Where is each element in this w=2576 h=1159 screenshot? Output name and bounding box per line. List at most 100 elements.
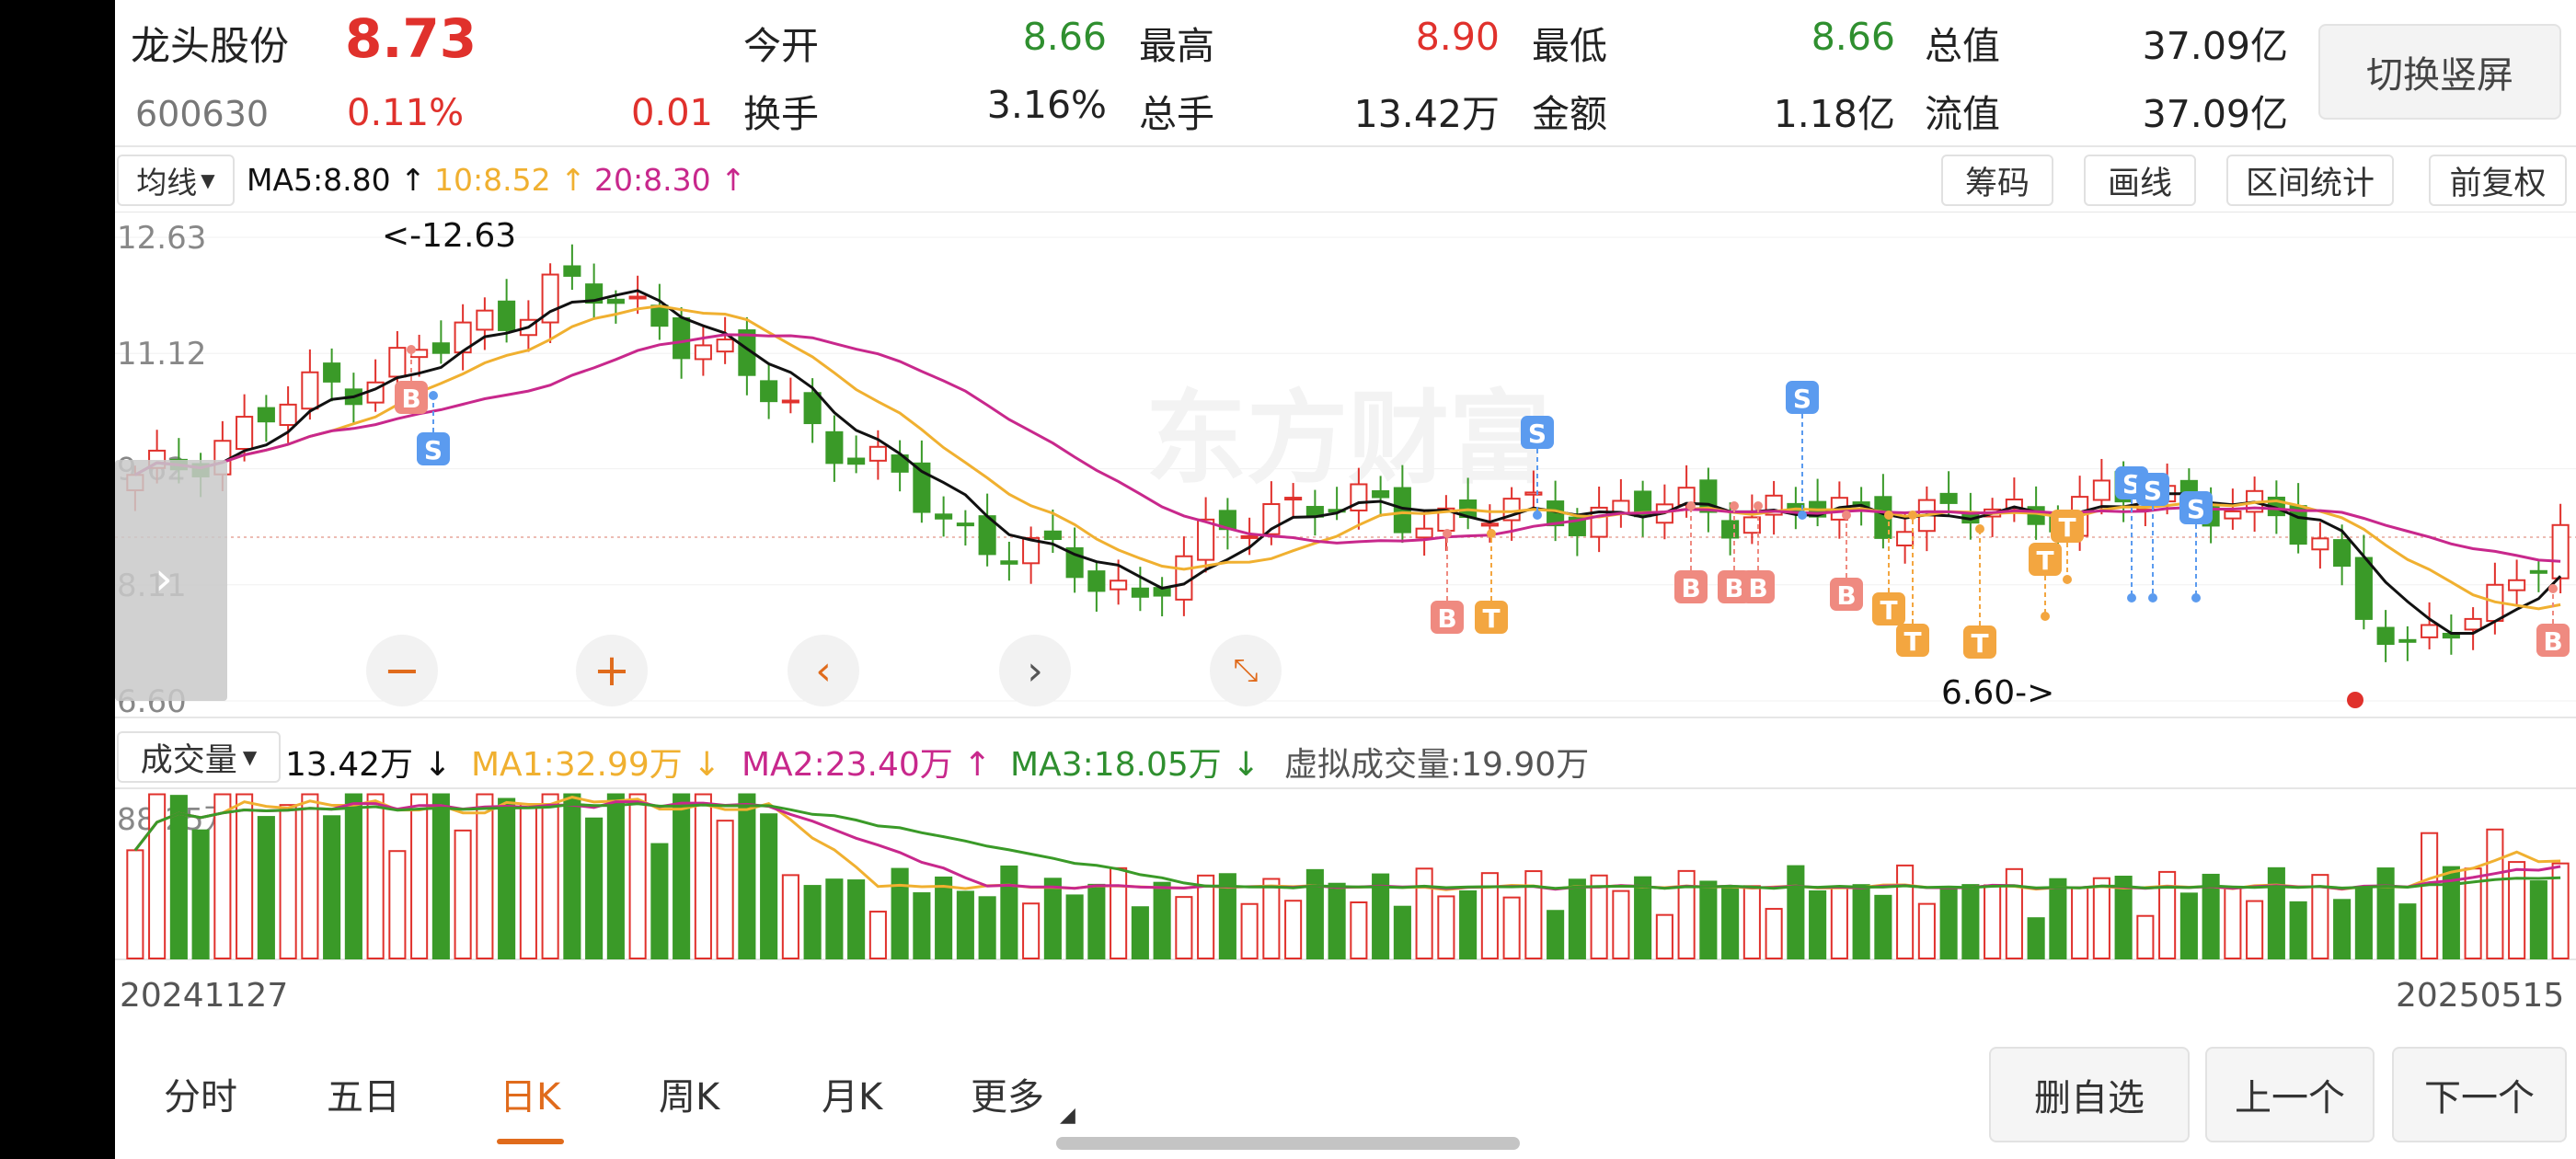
signal-dot [2191,593,2201,602]
interval-stats-button[interactable]: 区间统计 [2226,155,2394,206]
volume-bar [169,795,188,959]
volume-bar [2071,887,2089,959]
candle-body [1415,527,1433,539]
quote-label: 换手 [743,92,819,136]
candle-body [1480,522,1499,527]
signal-label-sell: S [1793,384,1811,414]
volume-bar [694,793,712,959]
forward-adjust-button[interactable]: 前复权 [2429,155,2567,206]
change-amount: 0.01 [630,92,713,134]
kline-chart[interactable]: 东方财富12.6311.129.628.116.60<-12.636.60->B… [115,212,2576,1131]
volume-bar [519,803,537,960]
tab-monthly-k[interactable]: 月K [822,1067,882,1120]
volume-ma1: MA1:32.99万 ↓ [471,746,721,784]
candle-body [1284,497,1303,501]
signal-label-t: T [1880,595,1897,625]
volume-bar [1065,894,1084,960]
candle-body [563,265,581,277]
remove-watchlist-button[interactable]: 删自选 [1989,1047,2190,1142]
minus-icon: − [383,645,421,696]
volume-bar [2049,878,2067,959]
candle-body [388,347,407,378]
horizontal-scrollbar[interactable] [1056,1137,1520,1150]
volume-selector[interactable]: 成交量 ▼ [117,731,281,783]
quote-value: 37.09亿 [2142,24,2288,68]
signal-label-buy: B [1681,573,1700,603]
quote-label: 今开 [743,24,819,68]
volume-bar [2027,917,2045,960]
tab-more[interactable]: 更多 [971,1067,1044,1120]
corner-triangle-icon: ◢ [1060,1104,1075,1127]
draw-line-button[interactable]: 画线 [2084,155,2196,206]
volume-bar [847,879,866,960]
signal-dot [407,345,416,354]
candle-body [2551,523,2570,580]
volume-bar [1787,865,1805,960]
signal-label-t: T [2036,545,2053,576]
candle-body [323,362,341,383]
volume-bar [2508,861,2526,959]
candle-body [650,304,669,327]
candle-body [1087,570,1106,592]
candle-body [2464,617,2482,631]
candle-body [673,316,691,360]
quote-value: 8.66 [1022,15,1107,59]
scroll-right-button[interactable]: › [999,635,1071,706]
quote-value: 8.66 [1811,15,1895,59]
signal-label-buy: B [1836,580,1856,611]
stock-code: 600630 [135,94,270,134]
volume-bar [1022,902,1041,959]
candle-body [257,407,275,423]
candle-body [935,513,953,520]
volume-bar [1415,867,1433,960]
volume-bar [1809,889,1827,959]
candle-body [476,309,494,331]
candle-body [694,344,712,361]
tab-intraday[interactable]: 分时 [164,1067,237,1120]
signal-dot [1798,511,1807,520]
price-axis-label: 12.63 [117,220,206,257]
ma5-value: MA5:8.80 ↑ [247,162,426,198]
scroll-left-button[interactable]: ‹ [788,635,859,706]
tab-weekly-k[interactable]: 周K [659,1067,719,1120]
volume-bar [388,850,407,959]
start-date: 20241127 [120,977,289,1015]
signal-dot [1908,511,1917,520]
volume-bar [781,874,799,960]
volume-bar [498,798,516,960]
ma10-value: 10:8.52 ↑ [434,162,586,198]
volume-bar [563,793,581,959]
watermark: 东方财富 [1145,380,1550,498]
zoom-out-button[interactable]: − [366,635,438,706]
quote-value: 13.42万 [1353,92,1500,136]
volume-bar [1459,889,1478,959]
active-tab-indicator [497,1139,564,1144]
previous-stock-button[interactable]: 上一个 [2205,1047,2375,1142]
tab-daily-k[interactable]: 日K [500,1067,560,1120]
candle-body [2311,537,2329,551]
ma-selector[interactable]: 均线 ▼ [117,155,235,206]
caret-down-icon: ▼ [201,169,215,191]
volume-bar [2333,899,2352,960]
collapse-icon: ⤡ [1233,652,1259,689]
zoom-in-button[interactable]: + [576,635,648,706]
low-price-annotation: 6.60-> [1941,674,2054,712]
next-stock-button[interactable]: 下一个 [2392,1047,2567,1142]
candle-body [2529,569,2547,574]
candle-body [847,457,866,465]
chip-button[interactable]: 筹码 [1941,155,2053,206]
signal-label-sell: S [1528,419,1547,449]
quote-label: 最高 [1139,24,1214,68]
shrink-button[interactable]: ⤡ [1210,635,1282,706]
candle-body [606,298,625,304]
candle-body [1110,580,1128,591]
signal-dot [1884,511,1893,520]
signal-dot [1975,524,1984,534]
signal-dot [2148,593,2157,602]
volume-bar [2289,901,2307,959]
candle-body [716,339,734,353]
candle-body [956,522,974,527]
tab-five-day[interactable]: 五日 [327,1067,400,1120]
volume-bar [1393,905,1411,959]
toggle-portrait-button[interactable]: 切换竖屏 [2318,24,2561,120]
